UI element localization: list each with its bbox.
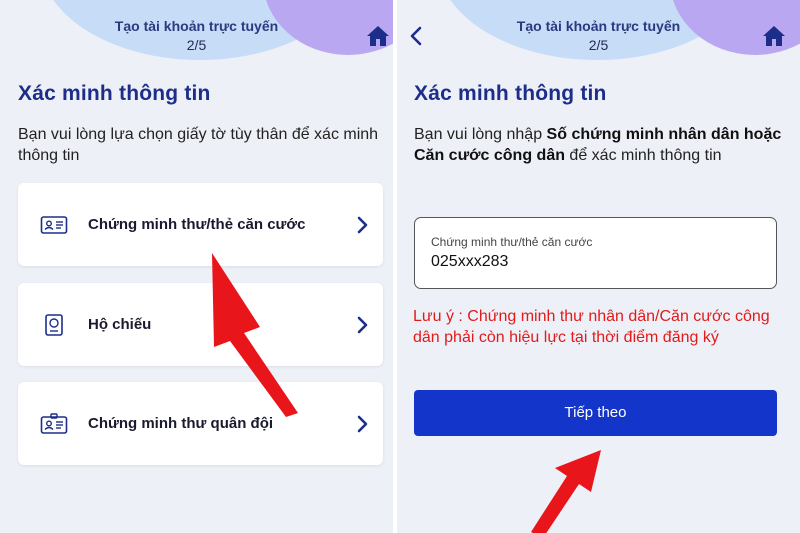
- header-title: Tạo tài khoản trực tuyến: [516, 18, 681, 34]
- instruction-suffix: để xác minh thông tin: [564, 147, 722, 164]
- id-field-label: Chứng minh thư/thẻ căn cước: [431, 235, 593, 249]
- military-id-icon: [40, 413, 68, 434]
- instruction-text: Bạn vui lòng nhập Số chứng minh nhân dân…: [414, 124, 789, 166]
- instruction-text: Bạn vui lòng lựa chọn giấy tờ tùy thân đ…: [18, 126, 379, 164]
- option-label: Hộ chiếu: [88, 316, 152, 333]
- header-title: Tạo tài khoản trực tuyến: [114, 18, 279, 34]
- annotation-arrow-right: [531, 450, 601, 533]
- left-screen: Tạo tài khoản trực tuyến 2/5 Xác minh th…: [0, 0, 393, 533]
- id-card-icon: [40, 216, 68, 234]
- annotation-arrow-left: [212, 253, 298, 417]
- chevron-right-icon: [357, 415, 368, 433]
- passport-icon: [45, 314, 63, 336]
- step-indicator: 2/5: [186, 37, 207, 53]
- home-icon[interactable]: [366, 24, 390, 48]
- right-screen: Tạo tài khoản trực tuyến 2/5 Xác minh th…: [397, 0, 800, 533]
- next-button[interactable]: Tiếp theo: [414, 390, 777, 436]
- validity-warning: Lưu ý : Chứng minh thư nhân dân/Căn cước…: [413, 308, 770, 346]
- step-indicator: 2/5: [588, 37, 609, 53]
- id-number-field[interactable]: Chứng minh thư/thẻ căn cước: [414, 217, 777, 289]
- app-header: Tạo tài khoản trực tuyến 2/5: [0, 0, 393, 66]
- page-title: Xác minh thông tin: [18, 82, 211, 105]
- chevron-right-icon: [357, 216, 368, 234]
- instruction-prefix: Bạn vui lòng nhập: [414, 126, 547, 143]
- option-label: Chứng minh thư/thẻ căn cước: [88, 216, 306, 233]
- chevron-right-icon: [357, 316, 368, 334]
- app-header: Tạo tài khoản trực tuyến 2/5: [397, 0, 800, 66]
- page-title: Xác minh thông tin: [414, 82, 607, 105]
- id-number-input[interactable]: [431, 253, 731, 271]
- home-icon[interactable]: [762, 24, 786, 48]
